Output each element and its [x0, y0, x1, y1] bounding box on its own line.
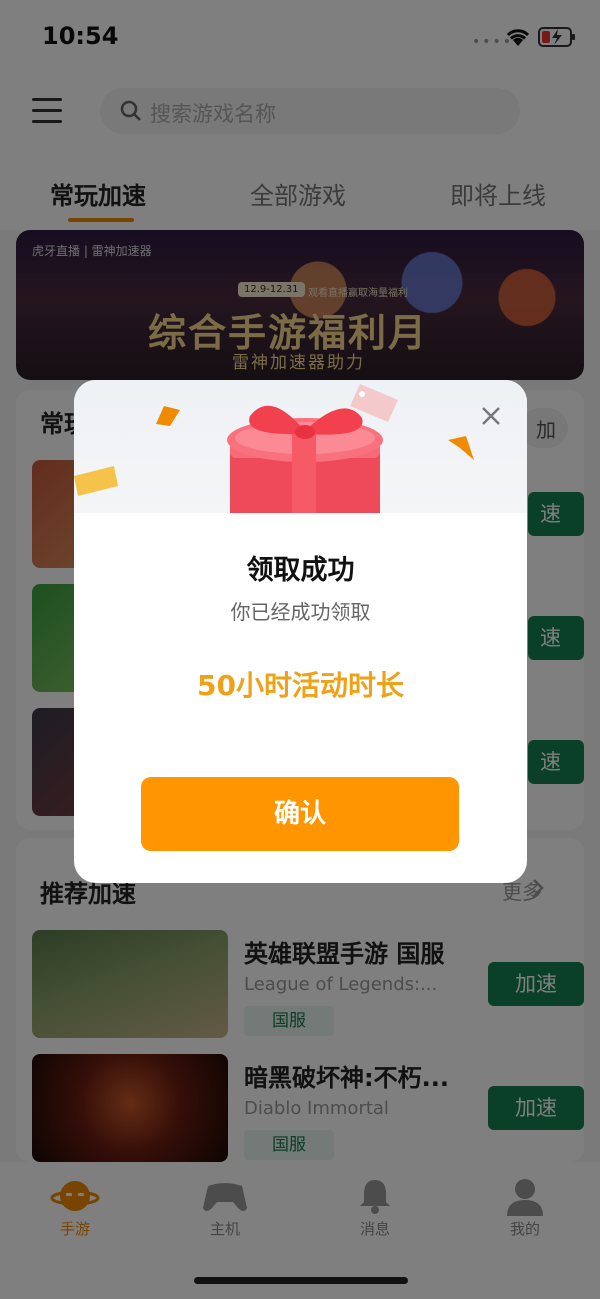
confetti-icon — [74, 466, 118, 496]
confetti-icon — [448, 436, 474, 460]
home-indicator — [194, 1277, 408, 1284]
success-dialog: 领取成功 你已经成功领取 50小时活动时长 确认 — [74, 380, 527, 883]
dialog-subtitle: 你已经成功领取 — [230, 600, 371, 624]
close-icon[interactable] — [477, 402, 505, 430]
confetti-icon — [156, 406, 180, 426]
gift-box-icon — [227, 384, 398, 513]
reward-text: 50小时活动时长 — [197, 669, 404, 702]
dialog-title: 领取成功 — [246, 555, 355, 586]
confirm-button[interactable]: 确认 — [141, 777, 459, 851]
